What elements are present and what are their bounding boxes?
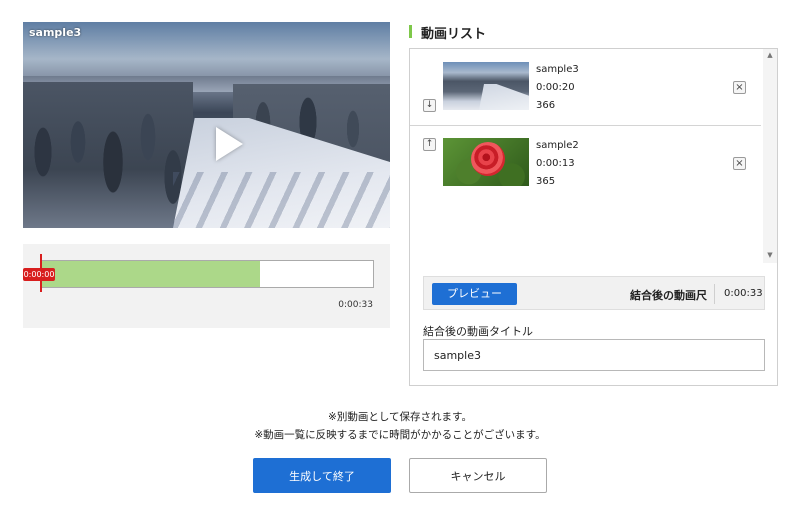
arrow-up-icon[interactable]: ↑ [423,138,436,151]
item-id: 365 [536,176,556,187]
list-scrollbar[interactable]: ▲ ▼ [763,49,777,263]
timeline-panel: 0:00:00 0:00:33 [23,244,390,328]
video-list-title: 動画リスト [421,27,487,42]
timeline-duration: 0:00:33 [338,300,373,310]
item-duration: 0:00:13 [536,158,575,169]
list-item: ↑ sample2 0:00:13 365 × [410,125,761,201]
close-icon[interactable]: × [733,157,746,170]
video-player[interactable]: sample3 [23,22,390,228]
item-duration: 0:00:20 [536,82,575,93]
generate-and-finish-button[interactable]: 生成して終了 [253,458,391,493]
video-list-panel: ↓ sample3 0:00:20 366 × ↑ sample2 0:00:1… [409,48,778,386]
timeline-track[interactable] [40,260,374,288]
timeline-clip-fill [41,261,261,287]
preview-bar: プレビュー 結合後の動画尺 0:00:33 [423,276,765,310]
combined-duration-value: 0:00:33 [724,288,763,299]
title-input[interactable] [423,339,765,371]
save-note: ※別動画として保存されます。 [328,411,472,423]
player-title: sample3 [29,26,82,39]
preview-button[interactable]: プレビュー [432,283,517,305]
play-icon[interactable] [216,127,243,161]
scroll-down-icon[interactable]: ▼ [763,251,777,261]
video-list: ↓ sample3 0:00:20 366 × ↑ sample2 0:00:1… [410,49,777,263]
arrow-down-icon[interactable]: ↓ [423,99,436,112]
list-item: ↓ sample3 0:00:20 366 × [410,49,761,126]
section-accent-bar [409,25,412,38]
divider [714,284,715,304]
player-frame-forest-left [23,82,193,228]
reflect-note: ※動画一覧に反映するまでに時間がかかることがございます。 [254,429,546,441]
item-id: 366 [536,100,556,111]
close-icon[interactable]: × [733,81,746,94]
video-thumbnail[interactable] [443,62,529,110]
player-frame-shadows [173,172,390,228]
cancel-button[interactable]: キャンセル [409,458,547,493]
combined-duration-label: 結合後の動画尺 [630,289,707,302]
scroll-up-icon[interactable]: ▲ [763,51,777,61]
playhead-time: 0:00:00 [23,268,55,281]
item-name: sample3 [536,64,579,75]
video-thumbnail[interactable] [443,138,529,186]
title-field-label: 結合後の動画タイトル [423,325,533,338]
item-name: sample2 [536,140,579,151]
